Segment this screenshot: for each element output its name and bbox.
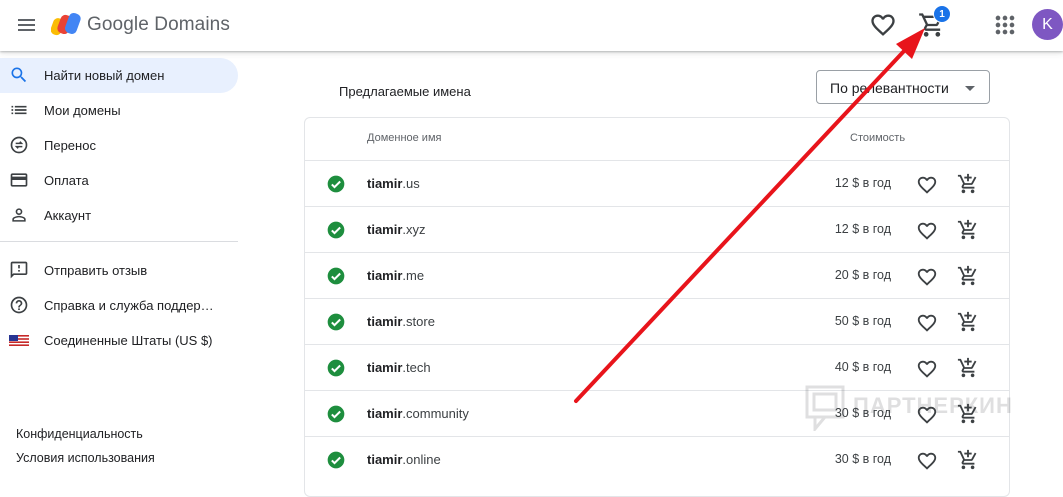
domain-base: tiamir — [367, 452, 403, 467]
domain-results-table: Доменное имя Стоимость tiamir.us 12 $ в г… — [304, 117, 1010, 497]
domain-tld: .xyz — [402, 222, 426, 237]
apps-grid-icon[interactable] — [991, 11, 1019, 39]
terms-link[interactable]: Условия использования — [16, 451, 155, 465]
add-to-cart-icon[interactable] — [957, 357, 979, 379]
chevron-down-icon — [965, 86, 975, 91]
sidebar-item-label: Справка и служба поддер… — [44, 298, 214, 313]
domain-tld: .tech — [402, 360, 431, 375]
column-header-price: Стоимость — [850, 132, 906, 144]
domain-base: tiamir — [367, 268, 403, 283]
feedback-icon — [10, 261, 28, 279]
watermark-logo-icon — [805, 385, 845, 434]
table-row[interactable]: tiamir.store 50 $ в год — [305, 298, 1009, 344]
sidebar-item-label: Перенос — [44, 138, 96, 153]
add-to-cart-icon[interactable] — [957, 449, 979, 471]
add-to-cart-icon[interactable] — [957, 173, 979, 195]
sidebar-item-label: Найти новый домен — [44, 68, 165, 83]
search-icon — [11, 67, 27, 83]
sidebar-item-label: Мои домены — [44, 103, 121, 118]
cart-count-badge: 1 — [933, 5, 951, 23]
domain-tld: .online — [402, 452, 441, 467]
sidebar-item-label: Оплата — [44, 173, 89, 188]
available-check-icon — [327, 267, 345, 285]
section-title: Предлагаемые имена — [339, 84, 471, 99]
table-row[interactable]: tiamir.xyz 12 $ в год — [305, 206, 1009, 252]
domain-base: tiamir — [367, 176, 403, 191]
account-avatar[interactable]: K — [1032, 9, 1063, 40]
domain-name[interactable]: tiamir.tech — [367, 360, 431, 375]
google-domains-logo — [51, 12, 81, 36]
domain-name[interactable]: tiamir.online — [367, 452, 441, 467]
domain-tld: .community — [402, 406, 469, 421]
sidebar: Найти новый домен Мои домены Перенос Опл… — [0, 51, 250, 482]
help-icon — [10, 296, 28, 314]
domain-base: tiamir — [367, 314, 403, 329]
domain-price: 40 $ в год — [834, 360, 891, 374]
add-to-cart-icon[interactable] — [957, 265, 979, 287]
person-icon — [12, 208, 26, 222]
available-check-icon — [327, 451, 345, 469]
domain-base: tiamir — [367, 360, 403, 375]
table-row[interactable]: tiamir.online 30 $ в год — [305, 436, 1009, 482]
sidebar-item-feedback[interactable]: Отправить отзыв — [0, 253, 238, 288]
domain-price: 12 $ в год — [834, 176, 891, 190]
available-check-icon — [327, 313, 345, 331]
sidebar-divider — [0, 241, 238, 242]
favorite-heart-icon[interactable] — [916, 174, 938, 196]
favorites-heart-icon[interactable] — [869, 11, 897, 39]
available-check-icon — [327, 221, 345, 239]
us-flag-icon — [9, 335, 29, 346]
sidebar-item-billing[interactable]: Оплата — [0, 163, 238, 198]
domain-name[interactable]: tiamir.us — [367, 176, 420, 191]
domain-name[interactable]: tiamir.store — [367, 314, 435, 329]
domain-price: 20 $ в год — [834, 268, 891, 282]
sidebar-item-find-domain[interactable]: Найти новый домен — [0, 58, 238, 93]
domain-tld: .me — [402, 268, 425, 283]
watermark-text: ПАРТНЕРКИН — [853, 393, 1013, 418]
domain-base: tiamir — [367, 406, 403, 421]
available-check-icon — [327, 359, 345, 377]
domain-price: 50 $ в год — [834, 314, 891, 328]
favorite-heart-icon[interactable] — [916, 358, 938, 380]
sidebar-item-my-domains[interactable]: Мои домены — [0, 93, 238, 128]
menu-icon[interactable] — [14, 12, 40, 38]
sort-dropdown[interactable]: По релевантности — [816, 70, 990, 104]
domain-name[interactable]: tiamir.community — [367, 406, 469, 421]
column-header-domain: Доменное имя — [367, 132, 442, 144]
sidebar-item-label: Отправить отзыв — [44, 263, 148, 278]
available-check-icon — [327, 175, 345, 193]
domain-tld: .us — [402, 176, 420, 191]
sort-selected-value: По релевантности — [830, 80, 949, 96]
privacy-link[interactable]: Конфиденциальность — [16, 427, 143, 441]
sidebar-item-label: Соединенные Штаты (US $) — [44, 333, 213, 348]
add-to-cart-icon[interactable] — [957, 219, 979, 241]
favorite-heart-icon[interactable] — [916, 312, 938, 334]
sidebar-item-help[interactable]: Справка и служба поддер… — [0, 288, 238, 323]
domain-tld: .store — [402, 314, 435, 329]
available-check-icon — [327, 405, 345, 423]
top-app-bar: Google Domains 1 K — [0, 0, 1063, 51]
sidebar-item-label: Аккаунт — [44, 208, 92, 223]
add-to-cart-icon[interactable] — [957, 311, 979, 333]
table-row[interactable]: tiamir.me 20 $ в год — [305, 252, 1009, 298]
domain-price: 12 $ в год — [834, 222, 891, 236]
table-row[interactable]: tiamir.tech 40 $ в год — [305, 344, 1009, 390]
domain-base: tiamir — [367, 222, 403, 237]
favorite-heart-icon[interactable] — [916, 220, 938, 242]
sidebar-item-country[interactable]: Соединенные Штаты (US $) — [0, 323, 238, 358]
sidebar-item-account[interactable]: Аккаунт — [0, 198, 238, 233]
table-row[interactable]: tiamir.us 12 $ в год — [305, 160, 1009, 206]
transfer-icon — [10, 136, 28, 154]
favorite-heart-icon[interactable] — [916, 266, 938, 288]
partnerkin-watermark: ПАРТНЕРКИН — [805, 385, 1012, 436]
domain-price: 30 $ в год — [834, 452, 891, 466]
credit-card-icon — [10, 173, 28, 187]
domain-name[interactable]: tiamir.xyz — [367, 222, 426, 237]
app-title[interactable]: Google Domains — [87, 14, 230, 36]
sidebar-item-transfer[interactable]: Перенос — [0, 128, 238, 163]
favorite-heart-icon[interactable] — [916, 450, 938, 472]
list-icon — [11, 105, 27, 115]
domain-name[interactable]: tiamir.me — [367, 268, 424, 283]
